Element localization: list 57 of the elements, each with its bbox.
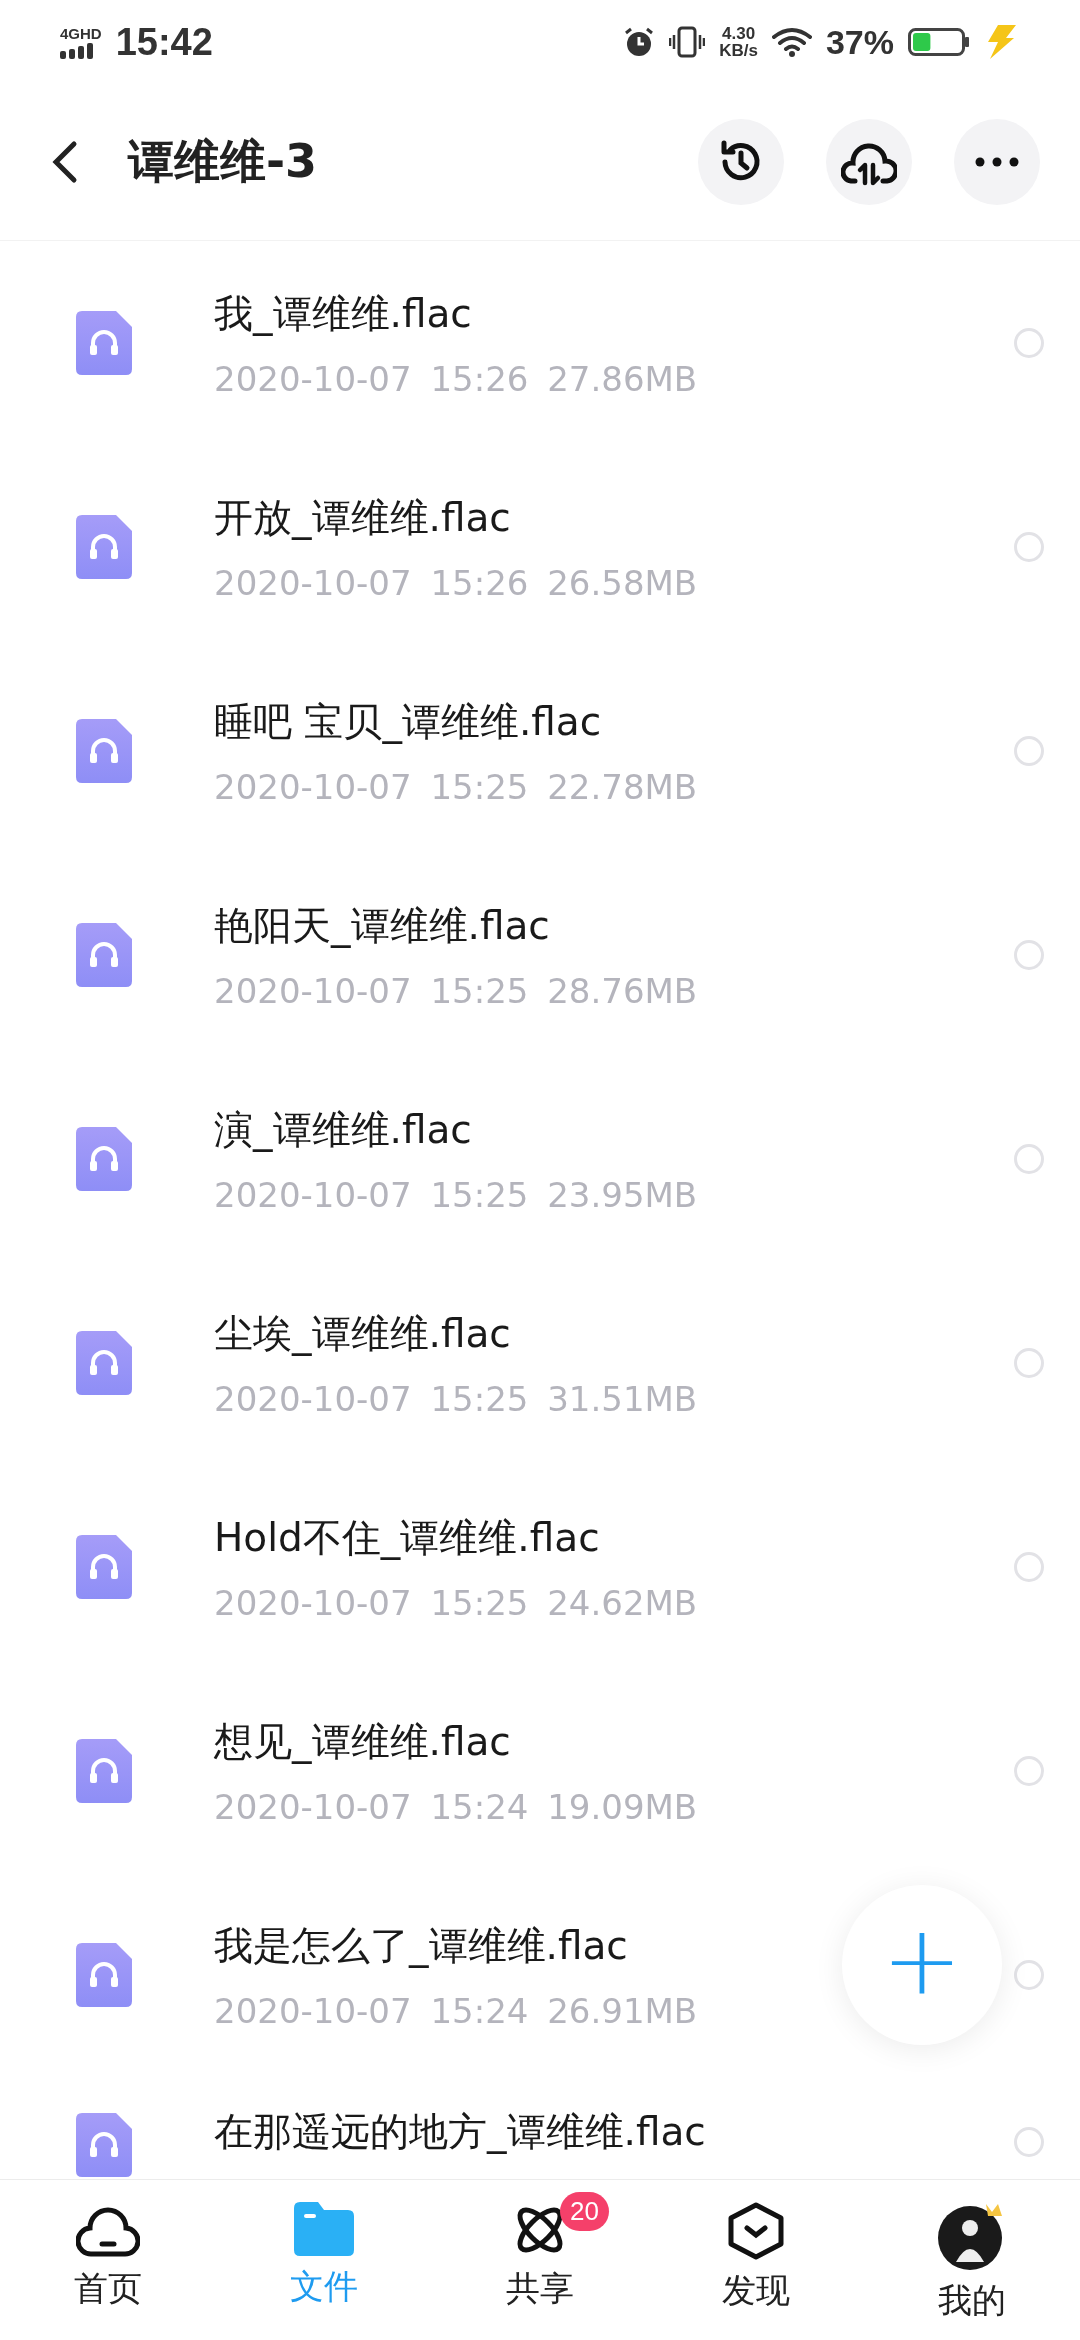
file-details: 2020-10-07 15:24 19.09MB	[214, 1787, 698, 1827]
audio-file-icon	[76, 923, 132, 987]
back-icon[interactable]	[50, 140, 78, 184]
select-circle[interactable]	[1014, 1960, 1044, 1990]
audio-file-icon	[76, 1739, 132, 1803]
audio-file-icon	[76, 1943, 132, 2007]
audio-file-icon	[76, 311, 132, 375]
wifi-icon	[771, 26, 812, 58]
battery-percent: 37%	[825, 22, 894, 62]
nav-tab[interactable]: 首页	[0, 2180, 216, 2340]
file-name[interactable]: 在那遥远的地方_谭维维.flac	[214, 2105, 706, 2159]
more-icon	[975, 157, 1019, 167]
file-details: 2020-10-07 15:25 28.76MB	[214, 971, 698, 1011]
nav-tab[interactable]: 发现	[648, 2180, 864, 2340]
file-details: 2020-10-07 15:24 26.91MB	[214, 1991, 698, 2031]
vibrate-icon	[669, 26, 706, 58]
signal-icon	[60, 42, 93, 59]
file-details: 2020-10-07 15:26 26.58MB	[214, 563, 698, 603]
battery-icon	[908, 26, 970, 58]
alarm-icon	[623, 26, 656, 58]
select-circle[interactable]	[1014, 1348, 1044, 1378]
select-circle[interactable]	[1014, 532, 1044, 562]
select-circle[interactable]	[1014, 940, 1044, 970]
select-circle[interactable]	[1014, 1552, 1044, 1582]
clock-time: 15:42	[115, 20, 213, 64]
file-name[interactable]: 艳阳天_谭维维.flac	[214, 899, 550, 953]
nav-tab[interactable]: 我的	[864, 2180, 1080, 2340]
audio-file-icon	[76, 719, 132, 783]
select-circle[interactable]	[1014, 1144, 1044, 1174]
file-name[interactable]: 想见_谭维维.flac	[214, 1715, 511, 1769]
audio-file-icon	[76, 1535, 132, 1599]
select-circle[interactable]	[1014, 1756, 1044, 1786]
nav-tab[interactable]: 共享 20	[432, 2180, 648, 2340]
file-name[interactable]: Hold不住_谭维维.flac	[214, 1511, 600, 1565]
folder-icon	[294, 2202, 354, 2256]
audio-file-icon	[76, 1331, 132, 1395]
network-speed: 4.30 KB/s	[719, 25, 758, 59]
file-name[interactable]: 尘埃_谭维维.flac	[214, 1307, 511, 1361]
audio-file-icon	[76, 1127, 132, 1191]
select-circle[interactable]	[1014, 2127, 1044, 2157]
audio-file-icon	[76, 515, 132, 579]
file-details: 2020-10-07 15:25 23.95MB	[214, 1175, 698, 1215]
file-name[interactable]: 开放_谭维维.flac	[214, 491, 511, 545]
audio-file-icon	[76, 2113, 132, 2177]
file-name[interactable]: 我_谭维维.flac	[214, 287, 472, 341]
file-details: 2020-10-07 15:26 27.86MB	[214, 359, 698, 399]
folder-title: 谭维维-3	[128, 133, 319, 190]
select-circle[interactable]	[1014, 736, 1044, 766]
notification-badge: 20	[560, 2192, 609, 2231]
file-name[interactable]: 我是怎么了_谭维维.flac	[214, 1919, 628, 1973]
file-details: 2020-10-07 15:25 31.51MB	[214, 1379, 698, 1419]
file-name[interactable]: 睡吧 宝贝_谭维维.flac	[214, 695, 602, 749]
file-name[interactable]: 演_谭维维.flac	[214, 1103, 472, 1157]
file-details: 2020-10-07 15:25 22.78MB	[214, 767, 698, 807]
network-type: 4GHD	[60, 25, 102, 41]
select-circle[interactable]	[1014, 328, 1044, 358]
file-details: 2020-10-07 15:25 24.62MB	[214, 1583, 698, 1623]
